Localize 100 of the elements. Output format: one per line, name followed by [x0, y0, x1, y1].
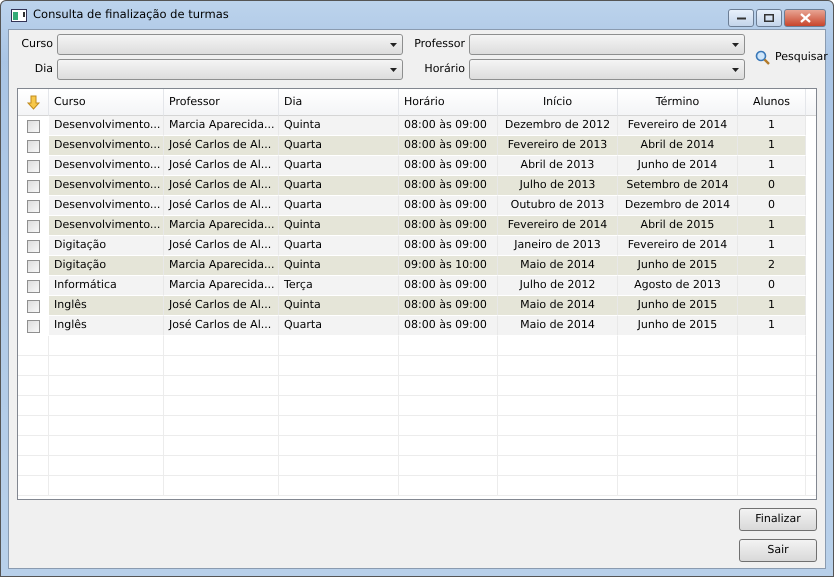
table-cell: Quinta [279, 216, 399, 236]
table-cell: Desenvolvimento... [49, 116, 164, 136]
table-cell: Maio de 2014 [498, 316, 618, 336]
maximize-button[interactable] [756, 9, 782, 27]
table-cell: 1 [738, 116, 806, 136]
close-icon [800, 13, 810, 23]
table-cell: Junho de 2015 [618, 296, 738, 316]
table-cell: Quarta [279, 136, 399, 156]
table-cell: José Carlos de Al... [164, 296, 279, 316]
table-cell: Dezembro de 2012 [498, 116, 618, 136]
checkbox[interactable] [27, 120, 40, 132]
table-cell: Quarta [279, 236, 399, 256]
close-button[interactable] [784, 9, 826, 27]
checkbox[interactable] [27, 200, 40, 212]
table-cell: Digitação [49, 256, 164, 276]
table-cell: Desenvolvimento... [49, 156, 164, 176]
table-cell: Maio de 2014 [498, 256, 618, 276]
checkbox[interactable] [27, 280, 40, 292]
minimize-icon [736, 16, 746, 20]
table-cell: Outubro de 2013 [498, 196, 618, 216]
field-label: Curso [20, 36, 53, 52]
table-cell: Digitação [49, 236, 164, 256]
table-cell: Agosto de 2013 [618, 276, 738, 296]
minimize-button[interactable] [728, 9, 754, 27]
checkbox[interactable] [27, 220, 40, 232]
table-cell: Quarta [279, 176, 399, 196]
table-cell: Junho de 2014 [618, 156, 738, 176]
checkbox[interactable] [27, 160, 40, 172]
search-button[interactable]: Pesquisar [749, 48, 828, 66]
table-cell: Janeiro de 2013 [498, 236, 618, 256]
table-cell: Setembro de 2014 [618, 176, 738, 196]
table-cell: 0 [738, 196, 806, 216]
checkbox[interactable] [27, 140, 40, 152]
checkbox[interactable] [27, 260, 40, 272]
field-label: Dia [34, 61, 53, 78]
checkbox[interactable] [27, 300, 40, 312]
table-cell: Dezembro de 2014 [618, 196, 738, 216]
table-cell: 08:00 às 09:00 [399, 196, 498, 216]
table-cell: 2 [738, 256, 806, 276]
table-cell: Julho de 2013 [498, 176, 618, 196]
action-button[interactable]: Sair [739, 539, 817, 562]
table-cell: 09:00 às 10:00 [399, 256, 498, 276]
caret-icon [390, 68, 397, 72]
table-cell: 1 [738, 316, 806, 336]
dropdown-field[interactable] [57, 34, 403, 55]
table-cell: Junho de 2015 [618, 256, 738, 276]
table-cell: Abril de 2014 [618, 136, 738, 156]
search-icon [755, 50, 770, 64]
table-cell: Quarta [279, 316, 399, 336]
table-cell: 08:00 às 09:00 [399, 176, 498, 196]
table-cell: José Carlos de Al... [164, 156, 279, 176]
table-cell: Desenvolvimento... [49, 216, 164, 236]
table-cell: Maio de 2014 [498, 296, 618, 316]
table-cell: Informática [49, 276, 164, 296]
column-header[interactable]: Início [498, 89, 618, 116]
table-cell: Inglês [49, 296, 164, 316]
column-header[interactable]: Término [618, 89, 738, 116]
table-cell: 1 [738, 236, 806, 256]
table-cell: Julho de 2012 [498, 276, 618, 296]
table-cell: José Carlos de Al... [164, 236, 279, 256]
table-cell: Terça [279, 276, 399, 296]
table-cell: 1 [738, 296, 806, 316]
table-cell: Junho de 2015 [618, 316, 738, 336]
table-cell: 08:00 às 09:00 [399, 316, 498, 336]
column-header[interactable]: Alunos [738, 89, 806, 116]
column-header[interactable]: Dia [279, 89, 399, 116]
checkbox[interactable] [27, 240, 40, 252]
column-header[interactable]: Curso [49, 89, 164, 116]
table-cell: Marcia Aparecida... [164, 216, 279, 236]
dropdown-field[interactable] [469, 59, 745, 80]
checkbox[interactable] [27, 320, 40, 332]
table-cell: Fevereiro de 2013 [498, 136, 618, 156]
table-cell: Fevereiro de 2014 [618, 236, 738, 256]
table-cell: 08:00 às 09:00 [399, 216, 498, 236]
column-header[interactable]: Horário [399, 89, 498, 116]
table-cell: José Carlos de Al... [164, 136, 279, 156]
table-cell: Quinta [279, 296, 399, 316]
caret-icon [390, 42, 397, 46]
table-cell: Quinta [279, 116, 399, 136]
table-cell: 1 [738, 136, 806, 156]
window-title: Consulta de finalização de turmas [33, 6, 229, 24]
field-label: Horário [423, 61, 465, 78]
table-cell: 1 [738, 216, 806, 236]
dropdown-field[interactable] [469, 34, 745, 55]
column-header[interactable]: Professor [164, 89, 279, 116]
caret-icon [732, 68, 739, 72]
table-cell: Quarta [279, 156, 399, 176]
table-cell: 0 [738, 276, 806, 296]
action-button[interactable]: Finalizar [739, 508, 817, 531]
field-label: Professor [413, 36, 465, 52]
dropdown-field[interactable] [57, 59, 403, 80]
table-cell: 0 [738, 176, 806, 196]
maximize-icon [764, 14, 774, 22]
table-cell: Fevereiro de 2014 [618, 116, 738, 136]
table-cell: 08:00 às 09:00 [399, 296, 498, 316]
checkbox[interactable] [27, 180, 40, 192]
sort-arrow-icon[interactable] [26, 94, 40, 110]
table-cell: Desenvolvimento... [49, 136, 164, 156]
caret-icon [732, 42, 739, 46]
table-cell: José Carlos de Al... [164, 176, 279, 196]
